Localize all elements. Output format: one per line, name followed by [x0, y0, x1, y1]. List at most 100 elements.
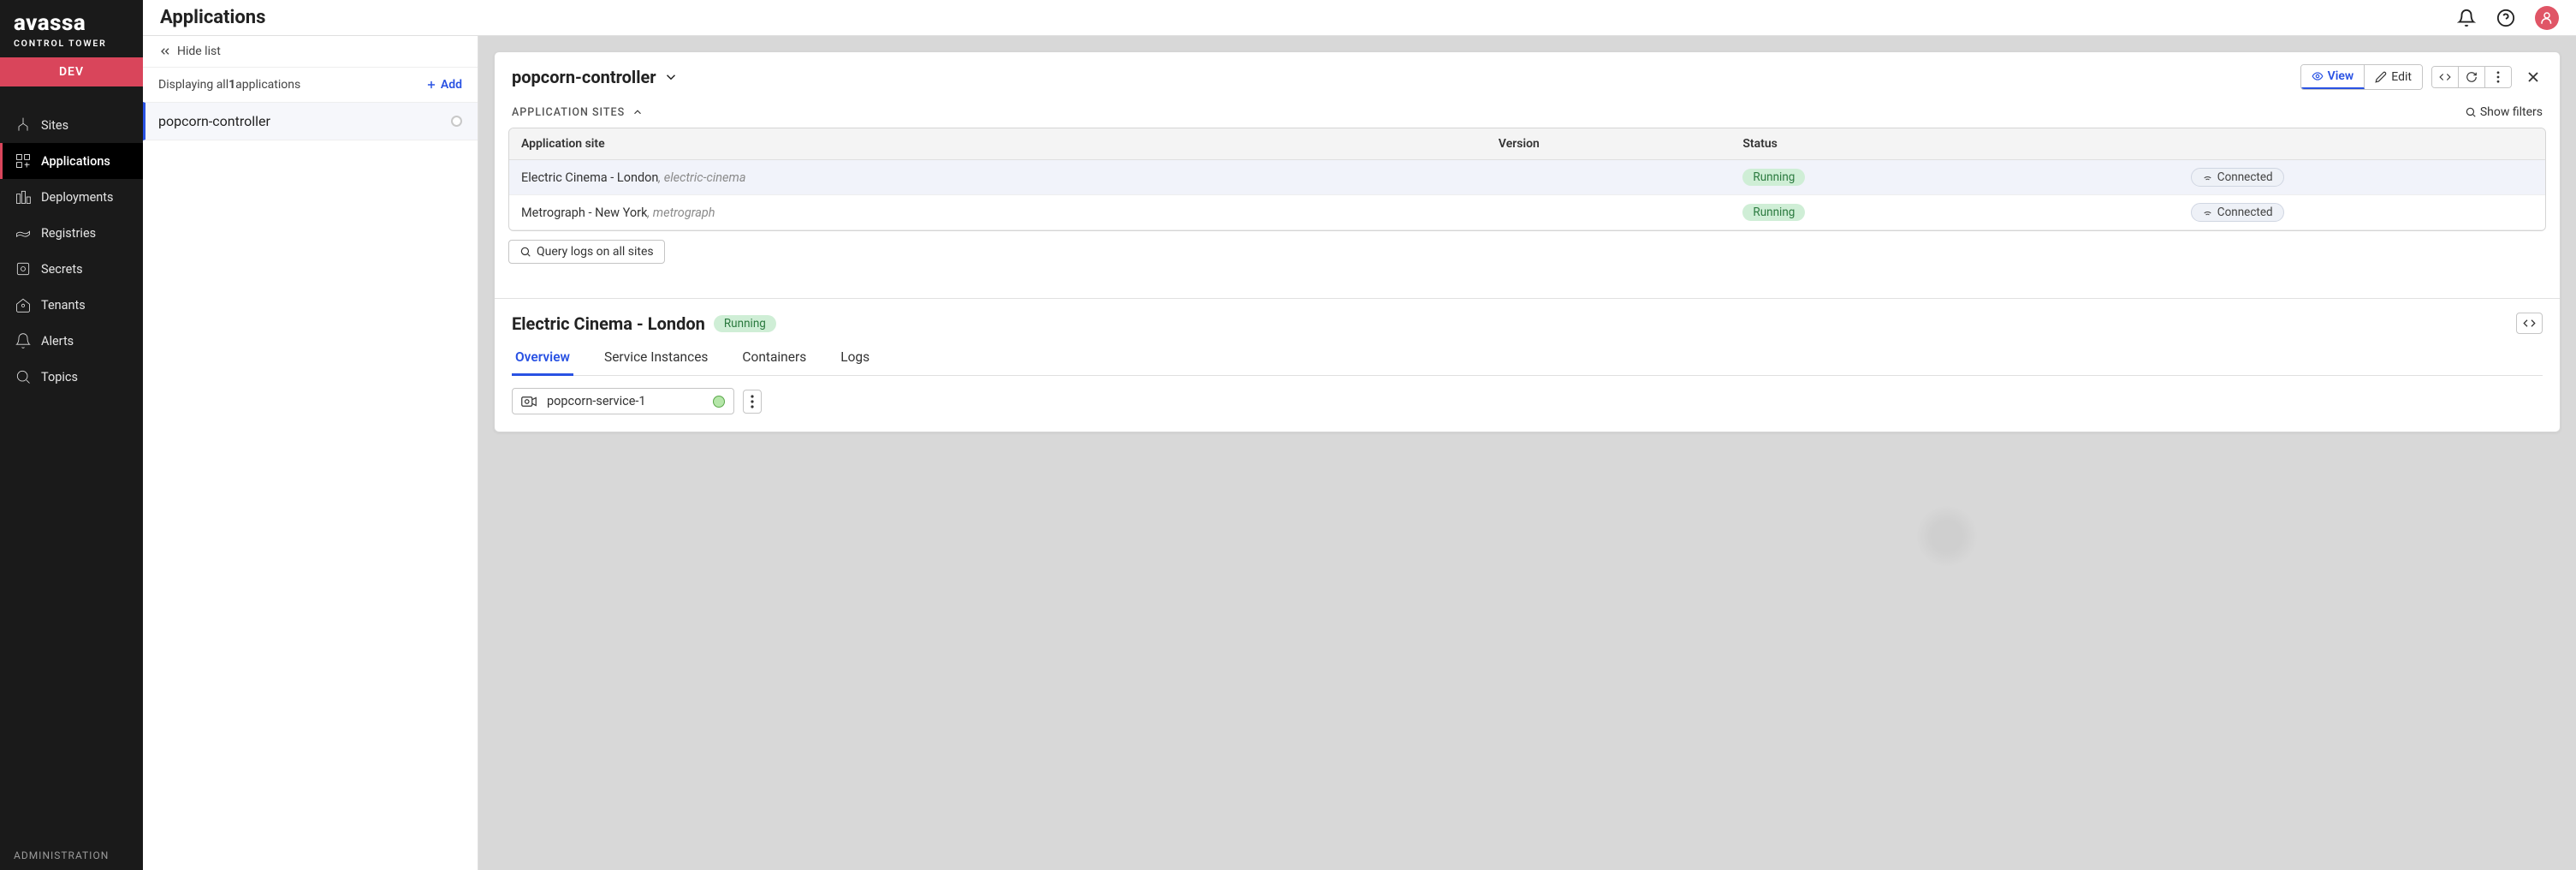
column-version: Version: [1487, 128, 1730, 160]
help-button[interactable]: [2496, 8, 2516, 28]
query-logs-label: Query logs on all sites: [537, 245, 654, 259]
section-label: APPLICATION SITES: [512, 106, 625, 119]
search-icon: [519, 246, 531, 258]
displaying-prefix: Displaying all: [158, 78, 229, 92]
brand-logo: avassa CONTROL TOWER: [0, 0, 143, 57]
hide-list-button[interactable]: Hide list: [143, 36, 478, 68]
alerts-icon: [14, 331, 33, 350]
topics-icon: [14, 367, 33, 386]
plus-icon: [425, 79, 437, 91]
displaying-suffix: applications: [235, 78, 300, 92]
site-row[interactable]: Electric Cinema - London, electric-cinem…: [509, 160, 2545, 195]
site-version: [1487, 160, 1730, 195]
applications-list-panel: Hide list Displaying all 1 applications …: [143, 36, 478, 870]
sidebar-item-alerts[interactable]: Alerts: [0, 323, 143, 359]
application-sites-table: Application site Version Status Electric…: [508, 128, 2546, 231]
service-name: popcorn-service-1: [547, 394, 704, 408]
view-label: View: [2328, 69, 2354, 83]
help-icon: [2496, 9, 2515, 27]
sidebar-item-label: Applications: [41, 154, 110, 169]
topbar: Applications: [143, 0, 2576, 36]
sidebar-item-deployments[interactable]: Deployments: [0, 179, 143, 215]
sidebar-item-label: Registries: [41, 226, 96, 241]
sidebar-item-label: Sites: [41, 118, 68, 133]
sidebar-item-tenants[interactable]: Tenants: [0, 287, 143, 323]
code-icon: [2523, 317, 2536, 330]
more-vertical-icon: [2492, 71, 2504, 83]
chevrons-left-icon: [158, 45, 172, 58]
site-name-text: Electric Cinema - London: [521, 170, 658, 185]
site-detail-panel: Electric Cinema - London Running Overvie…: [495, 298, 2560, 432]
wifi-icon: [2202, 207, 2213, 218]
application-list-item[interactable]: popcorn-controller: [143, 102, 478, 140]
tab-logs[interactable]: Logs: [837, 343, 873, 375]
more-vertical-icon: [751, 395, 754, 408]
application-sites-header: APPLICATION SITES Show filters: [495, 98, 2560, 128]
view-button[interactable]: View: [2301, 65, 2365, 89]
pencil-icon: [2375, 71, 2387, 83]
environment-badge: DEV: [0, 57, 143, 86]
chevron-up-icon[interactable]: [632, 106, 644, 118]
edit-button[interactable]: Edit: [2365, 65, 2422, 89]
application-name: popcorn-controller: [158, 113, 451, 129]
more-button[interactable]: [2485, 67, 2511, 87]
detail-header: popcorn-controller View Edit: [495, 52, 2560, 98]
tab-overview[interactable]: Overview: [512, 343, 573, 376]
site-row[interactable]: Metrograph - New York, metrograph Runnin…: [509, 195, 2545, 230]
connection-pill: Connected: [2191, 203, 2284, 222]
sidebar-item-label: Deployments: [41, 190, 114, 205]
detail-title-text: popcorn-controller: [512, 67, 656, 87]
service-instance-card[interactable]: popcorn-service-1: [512, 388, 734, 414]
show-filters-button[interactable]: Show filters: [2465, 105, 2543, 119]
column-site: Application site: [509, 128, 1487, 160]
query-logs-button[interactable]: Query logs on all sites: [508, 240, 665, 264]
refresh-icon: [2466, 71, 2478, 83]
registries-icon: [14, 223, 33, 242]
refresh-button[interactable]: [2459, 67, 2485, 87]
notifications-button[interactable]: [2456, 8, 2477, 28]
site-detail-title: Electric Cinema - London: [512, 313, 705, 334]
code-button[interactable]: [2432, 67, 2459, 87]
chevron-down-icon: [663, 69, 679, 85]
detail-actions: [2431, 66, 2512, 88]
connection-pill: Connected: [2191, 168, 2284, 187]
service-menu-button[interactable]: [743, 390, 762, 414]
sidebar-item-topics[interactable]: Topics: [0, 359, 143, 395]
sidebar-item-label: Alerts: [41, 334, 74, 349]
application-detail-card: popcorn-controller View Edit: [494, 51, 2561, 432]
bell-icon: [2457, 9, 2476, 27]
add-application-button[interactable]: Add: [425, 78, 462, 92]
sites-icon: [14, 116, 33, 134]
search-icon: [2465, 106, 2477, 118]
close-detail-button[interactable]: [2524, 68, 2543, 86]
tenants-icon: [14, 295, 33, 314]
sidebar-item-sites[interactable]: Sites: [0, 107, 143, 143]
secrets-icon: [14, 259, 33, 278]
user-icon: [2539, 10, 2555, 26]
site-slug: , electric-cinema: [658, 170, 745, 185]
wifi-icon: [2202, 172, 2213, 183]
tab-service-instances[interactable]: Service Instances: [601, 343, 711, 375]
site-tabs: Overview Service Instances Containers Lo…: [512, 343, 2543, 376]
displaying-count: 1: [229, 78, 235, 92]
user-avatar[interactable]: [2535, 6, 2559, 30]
sidebar-item-label: Secrets: [41, 262, 83, 277]
sidebar-item-applications[interactable]: Applications: [0, 143, 143, 179]
brand-subtitle: CONTROL TOWER: [14, 38, 129, 49]
service-icon: [521, 396, 537, 408]
site-code-button[interactable]: [2516, 313, 2543, 334]
sidebar-item-secrets[interactable]: Secrets: [0, 251, 143, 287]
code-icon: [2439, 71, 2451, 83]
site-status-pill: Running: [714, 315, 776, 332]
deployments-icon: [14, 188, 33, 206]
detail-title-dropdown[interactable]: popcorn-controller: [512, 67, 679, 87]
hide-list-label: Hide list: [177, 45, 221, 58]
sidebar-item-label: Topics: [41, 370, 78, 384]
eye-icon: [2312, 70, 2324, 82]
show-filters-label: Show filters: [2480, 105, 2543, 119]
tab-containers[interactable]: Containers: [739, 343, 810, 375]
view-edit-toggle: View Edit: [2300, 64, 2423, 90]
site-slug: , metrograph: [647, 206, 715, 220]
site-name-text: Metrograph - New York: [521, 206, 647, 220]
sidebar-item-registries[interactable]: Registries: [0, 215, 143, 251]
